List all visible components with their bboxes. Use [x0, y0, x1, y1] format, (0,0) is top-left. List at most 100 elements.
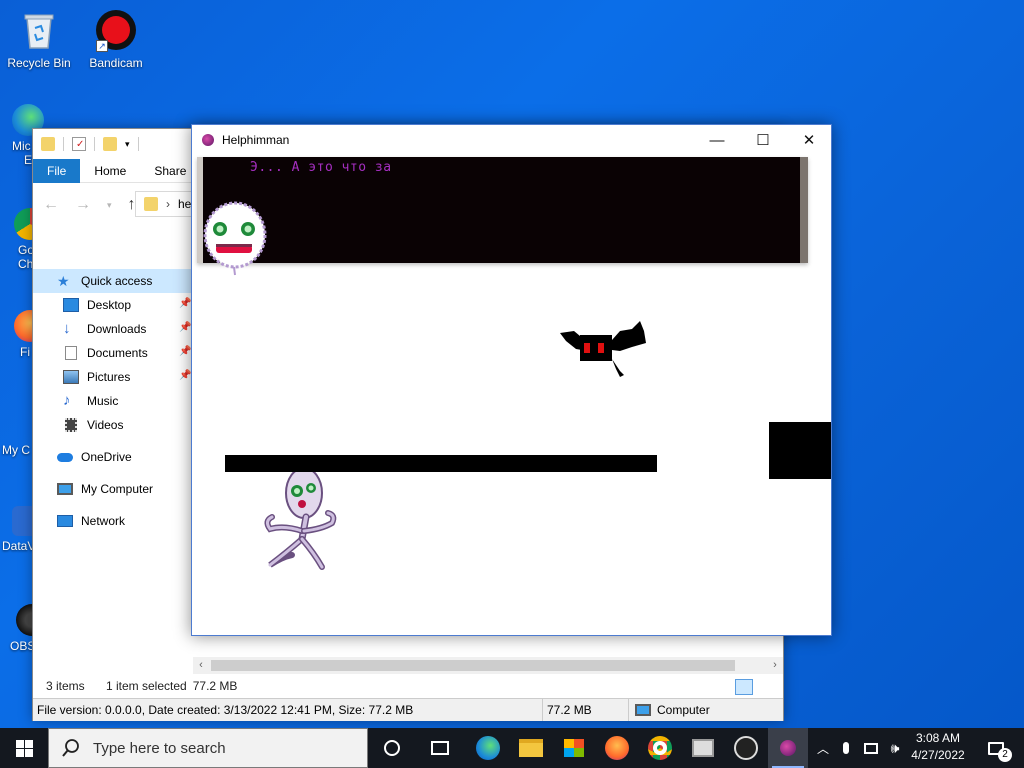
dialog-box: Э... А это что за	[197, 157, 808, 263]
nav-label: Music	[87, 394, 119, 408]
location-label: Computer	[657, 703, 710, 717]
tab-file[interactable]: File	[33, 159, 81, 183]
main-platform	[225, 455, 657, 472]
chevron-down-icon[interactable]: ▾	[125, 139, 130, 150]
nav-network[interactable]: Network	[33, 509, 191, 533]
taskbar-helphimman[interactable]	[768, 728, 808, 768]
minimize-button[interactable]: —	[694, 125, 740, 155]
nav-label: Videos	[87, 418, 124, 432]
edge-icon	[476, 736, 500, 760]
taskbar-photos[interactable]	[683, 728, 723, 768]
recent-chevron-icon[interactable]: ▾	[107, 200, 112, 211]
scroll-left-icon[interactable]: ‹	[193, 657, 209, 674]
taskbar-obs[interactable]	[726, 728, 766, 768]
download-arrow-icon: ↓	[63, 320, 71, 337]
nav-label: Desktop	[87, 298, 132, 312]
helphimman-icon	[780, 740, 796, 756]
details-view-icon[interactable]	[735, 679, 753, 695]
new-folder-icon[interactable]	[103, 137, 117, 151]
nav-downloads[interactable]: ↓ Downloads 📌	[33, 317, 191, 341]
desktop-icon-bandicam[interactable]: ↗ Bandicam	[78, 8, 154, 70]
tray-volume[interactable]: 🕪	[884, 728, 906, 768]
nav-music[interactable]: ♪ Music	[33, 389, 191, 413]
nav-quick-access[interactable]: ★ Quick access	[33, 269, 191, 293]
nav-my-computer[interactable]: My Computer	[33, 477, 191, 501]
maximize-button[interactable]: ☐	[740, 125, 786, 155]
taskbar-firefox[interactable]	[597, 728, 637, 768]
pin-icon[interactable]: 📌	[179, 347, 191, 357]
tray-network[interactable]	[860, 728, 882, 768]
nav-onedrive[interactable]: OneDrive	[33, 445, 191, 469]
details-bar: File version: 0.0.0.0, Date created: 3/1…	[33, 698, 783, 721]
nav-label: OneDrive	[81, 450, 132, 464]
desktop-icon-recycle-bin[interactable]: Recycle Bin	[1, 8, 77, 70]
task-view-button[interactable]	[420, 728, 460, 768]
location-cell: Computer	[629, 699, 710, 721]
cortana-button[interactable]	[372, 728, 412, 768]
microphone-icon	[843, 742, 849, 754]
desktop-icon	[63, 298, 79, 312]
tray-microphone[interactable]	[836, 728, 856, 768]
game-window[interactable]: Helphimman — ☐ ✕ Э... А это что за	[191, 124, 832, 636]
action-center-button[interactable]: 2	[978, 728, 1014, 768]
star-icon: ★	[57, 273, 70, 289]
taskbar-store[interactable]	[554, 728, 594, 768]
tab-home[interactable]: Home	[80, 159, 140, 183]
film-icon	[65, 418, 77, 432]
nav-documents[interactable]: Documents 📌	[33, 341, 191, 365]
firefox-icon	[605, 736, 629, 760]
nav-videos[interactable]: Videos	[33, 413, 191, 437]
file-info: File version: 0.0.0.0, Date created: 3/1…	[33, 699, 543, 721]
store-icon	[564, 739, 584, 757]
nav-label: Pictures	[87, 370, 131, 384]
window-title: Helphimman	[222, 133, 290, 147]
taskbar-chrome[interactable]	[640, 728, 680, 768]
scroll-thumb[interactable]	[211, 660, 735, 671]
pin-icon[interactable]: 📌	[179, 299, 191, 309]
taskbar: Type here to search ︿ 🕪 3:08 AM 4/27/202…	[0, 728, 1024, 768]
nav-label: Quick access	[81, 274, 153, 288]
properties-icon[interactable]: ✓	[72, 137, 86, 151]
notification-badge: 2	[998, 748, 1012, 762]
game-titlebar[interactable]: Helphimman — ☐ ✕	[192, 125, 831, 155]
desktop-icon-datav[interactable]: DataV	[2, 506, 40, 553]
clock-date: 4/27/2022	[911, 748, 965, 762]
large-icons-view-icon[interactable]	[757, 679, 775, 695]
navigation-pane: ★ Quick access Desktop 📌 ↓ Downloads 📌 D…	[33, 269, 191, 533]
music-note-icon: ♪	[63, 392, 71, 409]
tray-overflow-chevron[interactable]: ︿	[814, 728, 832, 768]
pin-icon[interactable]: 📌	[179, 371, 191, 381]
taskbar-file-explorer[interactable]	[511, 728, 551, 768]
back-arrow-icon[interactable]: ←	[43, 196, 59, 214]
pin-icon[interactable]: 📌	[179, 323, 191, 333]
folder-icon	[144, 197, 158, 211]
divider	[137, 137, 139, 151]
network-icon	[57, 515, 73, 527]
status-bar: 3 items 1 item selected 77.2 MB	[33, 675, 783, 697]
taskbar-edge[interactable]	[468, 728, 508, 768]
windows-logo-icon	[15, 739, 33, 757]
side-block	[769, 422, 831, 479]
pictures-icon	[63, 370, 79, 384]
scroll-right-icon[interactable]: ›	[767, 657, 783, 674]
nav-label: Network	[81, 514, 126, 528]
forward-arrow-icon[interactable]: →	[75, 196, 91, 214]
nav-desktop[interactable]: Desktop 📌	[33, 293, 191, 317]
horizontal-scrollbar[interactable]: ‹ ›	[193, 657, 783, 674]
nav-pictures[interactable]: Pictures 📌	[33, 365, 191, 389]
desktop-icon-my-computer[interactable]: My C	[2, 412, 36, 457]
shortcut-arrow-icon: ↗	[96, 40, 108, 52]
dialog-text: Э... А это что за	[250, 160, 392, 175]
game-canvas[interactable]: Э... А это что за	[192, 155, 831, 635]
desktop-icon-label: Bandicam	[89, 56, 143, 70]
folder-icon	[519, 739, 543, 757]
start-button[interactable]	[0, 728, 48, 768]
speaker-portrait	[203, 201, 267, 276]
taskbar-search-box[interactable]: Type here to search	[48, 728, 368, 768]
taskbar-clock[interactable]: 3:08 AM 4/27/2022	[906, 730, 970, 766]
monitor-icon	[57, 483, 73, 495]
divider	[94, 137, 95, 151]
divider	[63, 137, 64, 151]
close-button[interactable]: ✕	[786, 125, 832, 155]
breadcrumb-chevron-icon: ›	[166, 197, 170, 211]
